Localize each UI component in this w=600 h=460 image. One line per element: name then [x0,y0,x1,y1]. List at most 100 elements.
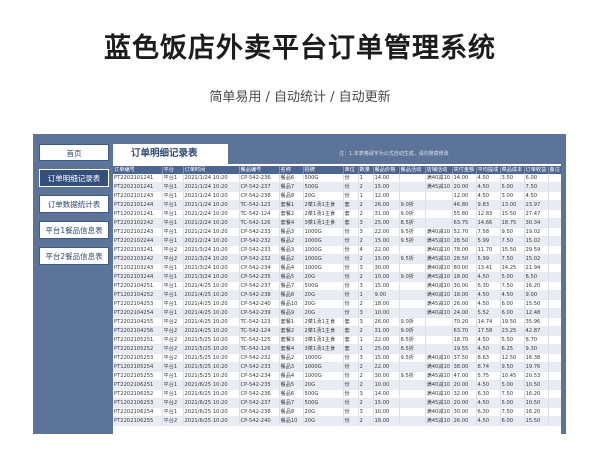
table-cell[interactable]: 3菜1汤1主食 [303,344,344,354]
table-cell[interactable]: 3 [358,317,374,327]
table-cell[interactable]: 满40减10 [425,362,453,372]
table-cell[interactable]: 9.0折 [399,209,426,219]
table-cell[interactable]: 30.00 [373,371,400,381]
table-cell[interactable]: 满40减10 [425,353,453,363]
table-cell[interactable]: 平台1 [162,182,184,192]
table-cell[interactable] [399,263,426,273]
table-cell[interactable]: 2021/2/24 10:20 [183,227,240,237]
table-cell[interactable]: 35.96 [524,317,549,327]
table-cell[interactable]: 10.00 [373,380,400,390]
table-cell[interactable]: 9.5折 [399,254,426,264]
table-cell[interactable]: CP-542-235 [239,380,280,390]
table-cell[interactable]: 餐品5 [279,272,304,282]
table-cell[interactable]: 3 [358,263,374,273]
table-cell[interactable]: 餐品8 [279,290,304,300]
table-cell[interactable]: 6.00 [500,299,525,309]
table-cell[interactable]: 2021/4/25 10:20 [183,290,240,300]
table-cell[interactable]: 500G [303,398,344,408]
table-cell[interactable]: 2 [358,299,374,309]
table-cell[interactable]: 63.70 [452,326,477,336]
table-cell[interactable]: 套餐3 [279,335,304,345]
table-cell[interactable]: 满45减10 [425,299,453,309]
table-cell[interactable]: 26.00 [452,299,477,309]
table-cell[interactable]: 23.97 [524,200,549,210]
table-cell[interactable]: 份 [343,299,359,309]
table-row[interactable]: PT2202103244 平台1 2021/3/24 10:20 CP-542-235… [113,272,561,282]
table-cell[interactable]: 2021/2/24 10:20 [183,218,240,228]
table-row[interactable]: PT1202103243 平台1 2021/3/24 10:20 CP-542-234… [113,263,561,273]
table-cell[interactable]: 500G [303,174,344,183]
table-cell[interactable]: 满40减10 [425,281,453,291]
table-cell[interactable] [399,174,426,183]
table-cell[interactable]: 平台2 [162,326,184,336]
table-cell[interactable] [399,281,426,291]
table-cell[interactable]: 套 [343,209,359,219]
table-cell[interactable]: 5.00 [500,182,525,192]
table-cell[interactable]: 份 [343,236,359,246]
table-cell[interactable]: 26.00 [452,416,477,426]
table-cell[interactable]: 2021/4/25 10:20 [183,299,240,309]
table-cell[interactable]: PT2202104253 [113,299,163,309]
table-cell[interactable]: 26.00 [373,200,400,210]
table-cell[interactable]: CP-542-234 [239,263,280,273]
table-cell[interactable]: 14.74 [476,317,501,327]
table-cell[interactable]: 2021/3/24 10:20 [183,263,240,273]
table-cell[interactable]: 套 [343,218,359,228]
table-cell[interactable]: 平台1 [162,389,184,399]
table-cell[interactable]: 9.0折 [399,326,426,336]
table-cell[interactable]: CP-542-232 [239,254,280,264]
table-cell[interactable] [425,200,453,210]
table-cell[interactable]: 3菜1汤1主食 [303,218,344,228]
table-cell[interactable]: 餐品2 [279,254,304,264]
table-cell[interactable]: 1 [358,191,374,201]
table-cell[interactable]: 满40减10 [425,389,453,399]
table-cell[interactable]: 10.00 [373,407,400,417]
table-cell[interactable]: PT2202103241 [113,245,163,255]
table-cell[interactable] [425,335,453,345]
table-cell[interactable]: 平台1 [162,299,184,309]
table-cell[interactable]: 2021/1/24 10:20 [183,200,240,210]
table-cell[interactable]: 10.45 [500,371,525,381]
table-cell[interactable]: 20G [303,407,344,417]
table-cell[interactable]: 平台1 [162,236,184,246]
table-cell[interactable] [548,245,561,255]
table-cell[interactable]: 12.50 [500,353,525,363]
table-cell[interactable]: PT2202101244 [113,200,163,210]
table-cell[interactable]: 2021/4/25 10:20 [183,326,240,336]
table-cell[interactable]: 平台1 [162,371,184,381]
table-cell[interactable]: 2021/5/25 10:20 [183,362,240,372]
table-cell[interactable]: 平台2 [162,335,184,345]
table-cell[interactable]: 套餐2 [279,326,304,336]
table-cell[interactable] [425,317,453,327]
table-cell[interactable] [548,182,561,192]
table-cell[interactable]: 套 [343,317,359,327]
table-cell[interactable]: 平台1 [162,263,184,273]
table-cell[interactable]: 8.74 [476,362,501,372]
table-cell[interactable]: PT1202106253 [113,398,163,408]
table-cell[interactable]: 满40减10 [425,290,453,300]
table-cell[interactable]: 3.00 [500,191,525,201]
table-cell[interactable]: 餐品6 [279,389,304,399]
table-cell[interactable]: 满40减10 [425,263,453,273]
table-cell[interactable]: 80.00 [452,263,477,273]
table-cell[interactable]: 30.00 [452,281,477,291]
table-cell[interactable]: 2 [358,236,374,246]
table-cell[interactable]: 15.00 [373,353,400,363]
table-cell[interactable]: PT2202104251 [113,281,163,291]
table-cell[interactable]: 满40减10 [425,227,453,237]
table-cell[interactable]: 份 [343,362,359,372]
table-cell[interactable]: 78.00 [452,245,477,255]
table-cell[interactable] [399,389,426,399]
table-cell[interactable] [399,191,426,201]
table-cell[interactable]: 2021/5/25 10:20 [183,344,240,354]
table-cell[interactable]: 18.70 [452,335,477,345]
table-cell[interactable]: 1000G [303,245,344,255]
table-cell[interactable]: 3 [358,218,374,228]
table-cell[interactable]: 餐品6 [279,174,304,183]
table-cell[interactable]: 20G [303,290,344,300]
table-row[interactable]: PT1202106253 平台2 2021/6/25 10:20 CP-542-237… [113,398,561,408]
table-cell[interactable]: 30.00 [373,263,400,273]
table-cell[interactable]: 31.00 [373,326,400,336]
sidebar-item-home[interactable]: 首页 [39,144,109,161]
table-cell[interactable]: PT2202102243 [113,227,163,237]
